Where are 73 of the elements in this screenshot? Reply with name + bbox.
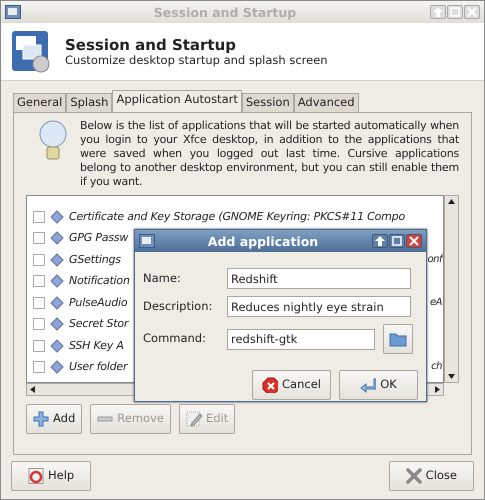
pencil-icon — [186, 410, 202, 427]
add-button[interactable]: Add — [26, 404, 82, 434]
square-icon — [449, 6, 461, 18]
app-name: Certificate and Key Storage (GNOME Keyring: PKCS#11 Compo — [69, 210, 405, 224]
app-name: Notification — [69, 274, 130, 288]
diamond-icon — [50, 338, 64, 353]
diamond-icon — [50, 296, 64, 310]
app-name: SSH Key A — [69, 338, 124, 352]
checkbox[interactable] — [33, 254, 45, 266]
close-icon — [408, 235, 420, 247]
window-title: Session and Startup — [152, 4, 298, 20]
lifebuoy-icon — [28, 468, 44, 484]
app-name: GSettings — [69, 252, 121, 266]
scroll-up-icon[interactable] — [448, 198, 455, 204]
tab[interactable]: Splash — [66, 93, 112, 112]
tab[interactable]: Advanced — [294, 93, 359, 112]
info-text: Below is the list of applications that will be started automatically when you login to your Xfce desktop, in addition to the applications that were saved when you logged out last time. Cursive applications belong to another desktop environment, but you can still enable them if you want. — [80, 118, 459, 189]
window-icon — [5, 5, 21, 19]
maximize-button[interactable] — [372, 234, 388, 248]
field-label: Command: — [143, 332, 207, 346]
checkbox[interactable] — [33, 210, 45, 223]
restore-button[interactable] — [389, 234, 405, 248]
input-field[interactable]: Redshift — [227, 268, 411, 289]
app-name: User folder — [69, 360, 128, 374]
app-name: eA — [430, 296, 443, 309]
return-arrow-icon — [360, 377, 376, 393]
square-icon — [391, 235, 403, 247]
browse-button[interactable] — [383, 324, 413, 354]
cancel-button[interactable]: Cancel — [252, 370, 331, 400]
diamond-icon — [50, 252, 64, 267]
field-label: Description: — [143, 300, 214, 314]
checkbox[interactable] — [33, 318, 45, 330]
diamond-icon — [50, 274, 64, 288]
vertical-scrollbar[interactable] — [444, 194, 459, 383]
close-button[interactable] — [406, 234, 422, 248]
ok-button[interactable]: OK — [339, 370, 418, 400]
checkbox[interactable] — [33, 296, 45, 309]
dialog-title: Add application — [206, 234, 320, 248]
app-name: GPG Passw — [69, 231, 128, 245]
app-name: onf — [428, 254, 443, 266]
tab[interactable]: Application Autostart — [112, 90, 242, 112]
checkbox[interactable] — [33, 275, 45, 288]
diamond-icon — [50, 231, 64, 246]
header-subtitle: Customize desktop startup and splash screen — [65, 54, 328, 68]
diamond-icon — [50, 317, 64, 332]
checkbox[interactable] — [33, 232, 45, 244]
app-name: PulseAudio — [69, 296, 128, 310]
diamond-icon — [50, 360, 64, 374]
dialog-icon — [139, 234, 155, 248]
tab[interactable]: Session — [242, 93, 294, 112]
scroll-down-icon[interactable] — [448, 374, 455, 379]
diamond-icon — [50, 210, 64, 224]
scroll-right-icon[interactable] — [435, 386, 440, 393]
windows-icon — [11, 30, 51, 74]
app-name: Secret Stor — [69, 317, 128, 331]
close-icon — [466, 6, 478, 18]
help-button[interactable]: Help — [11, 460, 92, 491]
field-label: Name: — [143, 272, 182, 286]
checkbox[interactable] — [33, 340, 45, 352]
arrow-icon — [432, 6, 444, 18]
close-icon — [406, 468, 422, 484]
folder-icon — [389, 331, 407, 347]
cancel-icon — [262, 377, 278, 393]
arrow-icon — [374, 235, 386, 247]
checkbox[interactable] — [33, 361, 45, 374]
header-title: Session and Startup — [65, 36, 238, 54]
input-field[interactable]: Reduces nightly eye strain — [227, 296, 411, 317]
plus-icon — [33, 410, 49, 427]
command-field[interactable]: redshift-gtk — [227, 328, 375, 350]
tab[interactable]: General — [13, 93, 66, 112]
scroll-left-icon[interactable] — [30, 386, 35, 393]
close-button[interactable]: Close — [388, 460, 474, 491]
app-name: ch — [431, 361, 443, 374]
